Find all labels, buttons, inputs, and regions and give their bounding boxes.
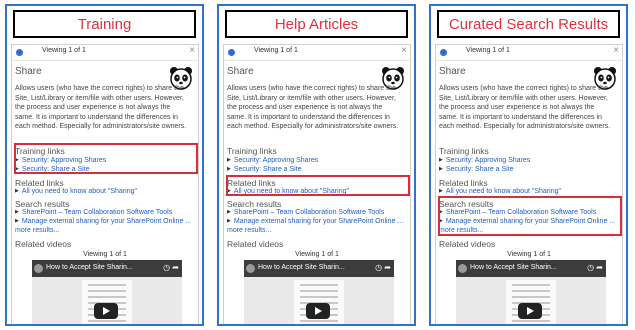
bullet-triangle-icon: ▶ — [227, 166, 231, 172]
close-icon[interactable]: × — [189, 45, 195, 56]
search-result-external-sharing[interactable]: ▶ Manage external sharing for your ShareP… — [227, 218, 403, 225]
video-title: How to Accept Site Sharin... — [46, 264, 133, 271]
training-link-label: Security: Share a Site — [233, 166, 302, 173]
related-link-sharing[interactable]: ▶ All you need to know about "Sharing" — [15, 188, 137, 195]
viewer-card: Viewing 1 of 1 × Share Allows users (who… — [11, 44, 199, 324]
related-link-label: All you need to know about "Sharing" — [445, 188, 561, 195]
channel-avatar — [246, 264, 255, 273]
search-result-team-collaboration[interactable]: ▶ SharePoint – Team Collaboration Softwar… — [15, 209, 172, 216]
search-result-label: Manage external sharing for your SharePo… — [21, 218, 192, 225]
training-link-approving-shares[interactable]: ▶ Security: Approving Shares — [439, 157, 530, 164]
share-description: Allows users (who have the correct right… — [15, 85, 187, 130]
related-videos-title: Related videos — [227, 239, 284, 249]
bullet-triangle-icon: ▶ — [15, 218, 19, 224]
search-result-label: Manage external sharing for your SharePo… — [233, 218, 404, 225]
card-header: Viewing 1 of 1 × — [224, 45, 410, 61]
play-button-icon[interactable] — [306, 303, 330, 319]
example-panel-1: Training Viewing 1 of 1 × Share Allows u… — [5, 4, 204, 326]
video-thumbnail[interactable]: How to Accept Site Sharin... ◷ ➦ — [456, 260, 606, 324]
training-highlight-box — [14, 143, 198, 174]
training-link-approving-shares[interactable]: ▶ Security: Approving Shares — [227, 157, 318, 164]
close-icon[interactable]: × — [613, 45, 619, 56]
share-title: Share — [439, 66, 466, 77]
viewing-counter: Viewing 1 of 1 — [42, 47, 86, 54]
search-result-external-sharing[interactable]: ▶ Manage external sharing for your ShareP… — [15, 218, 191, 225]
panel-title: Training — [13, 10, 196, 38]
search-result-team-collaboration[interactable]: ▶ SharePoint – Team Collaboration Softwar… — [227, 209, 384, 216]
viewing-counter: Viewing 1 of 1 — [254, 47, 298, 54]
search-results-title: Search results — [227, 199, 282, 209]
training-link-label: Security: Approving Shares — [233, 157, 319, 164]
video-title: How to Accept Site Sharin... — [258, 264, 345, 271]
training-link-label: Security: Approving Shares — [445, 157, 531, 164]
bullet-triangle-icon: ▶ — [439, 166, 443, 172]
panel-title: Help Articles — [225, 10, 408, 38]
related-highlight-box — [226, 175, 410, 196]
training-link-share-a-site[interactable]: ▶ Security: Share a Site — [439, 166, 514, 173]
related-link-label: All you need to know about "Sharing" — [21, 188, 137, 195]
example-panel-2: Help Articles Viewing 1 of 1 × Share All… — [217, 4, 416, 326]
status-dot-icon — [16, 49, 23, 56]
status-dot-icon — [440, 49, 447, 56]
training-links-title: Training links — [439, 146, 489, 156]
share-description: Allows users (who have the correct right… — [439, 85, 611, 130]
training-link-label: Security: Share a Site — [445, 166, 514, 173]
share-icon[interactable]: ◷ ➦ — [163, 263, 179, 272]
video-viewing-counter: Viewing 1 of 1 — [83, 251, 127, 258]
card-header: Viewing 1 of 1 × — [436, 45, 622, 61]
related-videos-title: Related videos — [15, 239, 72, 249]
search-result-label: SharePoint – Team Collaboration Software… — [233, 209, 385, 216]
share-icon[interactable]: ◷ ➦ — [375, 263, 391, 272]
bullet-triangle-icon: ▶ — [227, 218, 231, 224]
video-thumbnail[interactable]: How to Accept Site Sharin... ◷ ➦ — [32, 260, 182, 324]
viewing-counter: Viewing 1 of 1 — [466, 47, 510, 54]
training-link-share-a-site[interactable]: ▶ Security: Share a Site — [227, 166, 302, 173]
viewer-card: Viewing 1 of 1 × Share Allows users (who… — [435, 44, 623, 324]
video-title-bar: How to Accept Site Sharin... ◷ ➦ — [244, 260, 394, 277]
training-links-title: Training links — [227, 146, 277, 156]
more-results-link[interactable]: more results... — [15, 227, 59, 234]
close-icon[interactable]: × — [401, 45, 407, 56]
share-description: Allows users (who have the correct right… — [227, 85, 399, 130]
play-button-icon[interactable] — [94, 303, 118, 319]
search-results-title: Search results — [15, 199, 70, 209]
video-title-bar: How to Accept Site Sharin... ◷ ➦ — [32, 260, 182, 277]
bullet-triangle-icon: ▶ — [15, 188, 19, 194]
card-header: Viewing 1 of 1 × — [12, 45, 198, 61]
video-thumbnail[interactable]: How to Accept Site Sharin... ◷ ➦ — [244, 260, 394, 324]
example-panel-3: Curated Search Results Viewing 1 of 1 × … — [429, 4, 628, 326]
bullet-triangle-icon: ▶ — [227, 209, 231, 215]
share-icon[interactable]: ◷ ➦ — [587, 263, 603, 272]
related-links-title: Related links — [15, 178, 64, 188]
search-result-label: SharePoint – Team Collaboration Software… — [21, 209, 173, 216]
share-title: Share — [15, 66, 42, 77]
share-title: Share — [227, 66, 254, 77]
status-dot-icon — [228, 49, 235, 56]
video-title-bar: How to Accept Site Sharin... ◷ ➦ — [456, 260, 606, 277]
video-viewing-counter: Viewing 1 of 1 — [295, 251, 339, 258]
play-button-icon[interactable] — [518, 303, 542, 319]
related-links-title: Related links — [439, 178, 488, 188]
channel-avatar — [458, 264, 467, 273]
bullet-triangle-icon: ▶ — [439, 157, 443, 163]
video-viewing-counter: Viewing 1 of 1 — [507, 251, 551, 258]
video-title: How to Accept Site Sharin... — [470, 264, 557, 271]
related-link-sharing[interactable]: ▶ All you need to know about "Sharing" — [439, 188, 561, 195]
bullet-triangle-icon: ▶ — [15, 209, 19, 215]
search-highlight-box — [438, 196, 622, 236]
channel-avatar — [34, 264, 43, 273]
related-videos-title: Related videos — [439, 239, 496, 249]
more-results-link[interactable]: more results... — [227, 227, 271, 234]
panel-title: Curated Search Results — [437, 10, 620, 38]
bullet-triangle-icon: ▶ — [439, 188, 443, 194]
bullet-triangle-icon: ▶ — [227, 157, 231, 163]
